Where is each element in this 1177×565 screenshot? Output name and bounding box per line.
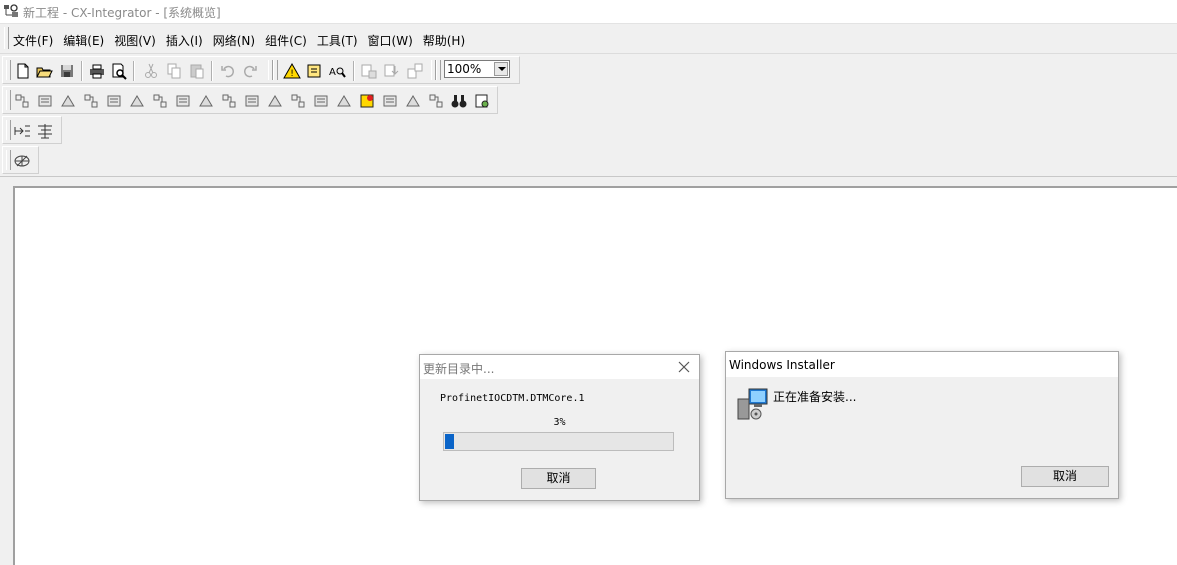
toolbar-row-network bbox=[0, 85, 1177, 115]
copy-icon[interactable] bbox=[165, 62, 183, 80]
progress-fill bbox=[445, 434, 454, 449]
menu-tools[interactable]: 工具(T) bbox=[317, 32, 358, 49]
wrench-icon[interactable] bbox=[59, 92, 77, 110]
binoculars-icon[interactable] bbox=[450, 92, 468, 110]
standard-toolbar: ! A bbox=[2, 56, 520, 84]
globe-network-icon[interactable] bbox=[13, 152, 31, 170]
menu-component[interactable]: 组件(C) bbox=[265, 32, 307, 49]
zoom-value: 100% bbox=[447, 62, 482, 76]
notes-icon[interactable] bbox=[305, 62, 323, 80]
save-icon[interactable] bbox=[58, 62, 76, 80]
close-icon[interactable] bbox=[677, 360, 691, 374]
diamond-icon[interactable] bbox=[243, 92, 261, 110]
dialog-titlebar: 更新目录中... bbox=[420, 355, 699, 379]
menu-view[interactable]: 视图(V) bbox=[114, 32, 156, 49]
network-tree-icon[interactable] bbox=[36, 92, 54, 110]
print-preview-icon[interactable] bbox=[110, 62, 128, 80]
network-config-icon[interactable] bbox=[13, 92, 31, 110]
new-file-icon[interactable] bbox=[14, 62, 32, 80]
cancel-button[interactable]: 取消 bbox=[1021, 466, 1109, 487]
module-icon[interactable] bbox=[197, 92, 215, 110]
layout-toolbar bbox=[2, 116, 62, 144]
toolbar-separator bbox=[133, 61, 135, 81]
cancel-button[interactable]: 取消 bbox=[521, 468, 596, 489]
document-icon[interactable] bbox=[174, 92, 192, 110]
app-network-icon bbox=[3, 3, 19, 19]
devices-icon[interactable] bbox=[312, 92, 330, 110]
network-compare-icon[interactable] bbox=[406, 62, 424, 80]
toolbar-grip[interactable] bbox=[6, 150, 11, 170]
print-icon[interactable] bbox=[88, 62, 106, 80]
window-title: 新工程 - CX-Integrator - [系统概览] bbox=[23, 6, 221, 20]
table-icon[interactable] bbox=[128, 92, 146, 110]
misc-toolbar bbox=[2, 146, 39, 174]
tools-icon[interactable] bbox=[151, 92, 169, 110]
unit-icon[interactable] bbox=[289, 92, 307, 110]
toolbar-grip[interactable] bbox=[6, 90, 11, 110]
dialog-title: Windows Installer bbox=[729, 358, 835, 372]
toolbar-row-misc bbox=[0, 145, 1177, 175]
network-download-icon[interactable] bbox=[383, 62, 401, 80]
window-titlebar: 新工程 - CX-Integrator - [系统概览] bbox=[0, 0, 1177, 24]
svg-text:A: A bbox=[329, 67, 336, 78]
warning-icon[interactable]: ! bbox=[283, 62, 301, 80]
menu-edit[interactable]: 编辑(E) bbox=[63, 32, 104, 49]
installer-computer-icon bbox=[736, 387, 770, 421]
transfer-icon[interactable] bbox=[427, 92, 445, 110]
node-icon[interactable] bbox=[82, 92, 100, 110]
toolbar-row-layout bbox=[0, 115, 1177, 145]
progress-percent: 3% bbox=[553, 417, 566, 428]
menu-help[interactable]: 帮助(H) bbox=[423, 32, 465, 49]
indent-icon[interactable] bbox=[13, 122, 31, 140]
dialog-title: 更新目录中... bbox=[423, 362, 495, 376]
menu-window[interactable]: 窗口(W) bbox=[368, 32, 413, 49]
monitor-icon[interactable] bbox=[335, 92, 353, 110]
menu-insert[interactable]: 插入(I) bbox=[166, 32, 203, 49]
chevron-down-icon[interactable] bbox=[494, 62, 508, 76]
redo-icon[interactable] bbox=[241, 62, 259, 80]
network-toolbar bbox=[2, 86, 498, 114]
toolbar-grip[interactable] bbox=[273, 60, 278, 80]
error-icon[interactable] bbox=[381, 92, 399, 110]
print-settings-icon[interactable] bbox=[473, 92, 491, 110]
update-catalog-dialog: 更新目录中... ProfinetIOCDTM.DTMCore.1 3% 取消 bbox=[419, 354, 700, 501]
progress-bar bbox=[443, 432, 674, 451]
menubar-grip[interactable] bbox=[4, 27, 9, 49]
find-icon[interactable]: A bbox=[328, 62, 346, 80]
network-upload-icon[interactable] bbox=[360, 62, 378, 80]
svg-text:!: ! bbox=[290, 69, 294, 79]
undo-icon[interactable] bbox=[219, 62, 237, 80]
menu-network[interactable]: 网络(N) bbox=[213, 32, 255, 49]
dialog-titlebar: Windows Installer bbox=[726, 352, 1118, 377]
toolbar-grip[interactable] bbox=[6, 120, 11, 140]
zoom-select[interactable]: 100% bbox=[444, 60, 510, 78]
menu-file[interactable]: 文件(F) bbox=[13, 32, 53, 49]
grid-icon[interactable] bbox=[105, 92, 123, 110]
alarm-icon[interactable] bbox=[358, 92, 376, 110]
layers-icon[interactable] bbox=[266, 92, 284, 110]
menu-bar: 文件(F) 编辑(E) 视图(V) 插入(I) 网络(N) 组件(C) 工具(T… bbox=[0, 24, 1177, 54]
windows-installer-dialog: Windows Installer 正在准备安装... 取消 bbox=[725, 351, 1119, 499]
cut-icon[interactable] bbox=[142, 62, 160, 80]
open-folder-icon[interactable] bbox=[35, 62, 53, 80]
paste-icon[interactable] bbox=[188, 62, 206, 80]
toolbar-separator bbox=[353, 61, 355, 81]
catalog-item-label: ProfinetIOCDTM.DTMCore.1 bbox=[440, 393, 585, 404]
toolbar-separator bbox=[211, 61, 213, 81]
toolbar-row-standard: ! A 100% bbox=[0, 55, 1177, 85]
workspace-divider bbox=[0, 176, 1177, 177]
io-table-icon[interactable] bbox=[404, 92, 422, 110]
toolbar-grip[interactable] bbox=[6, 60, 11, 80]
toolbar-grip[interactable] bbox=[436, 60, 441, 80]
toolbar-separator bbox=[81, 61, 83, 81]
module-settings-icon[interactable] bbox=[220, 92, 238, 110]
installer-message: 正在准备安装... bbox=[773, 390, 857, 404]
align-icon[interactable] bbox=[36, 122, 54, 140]
